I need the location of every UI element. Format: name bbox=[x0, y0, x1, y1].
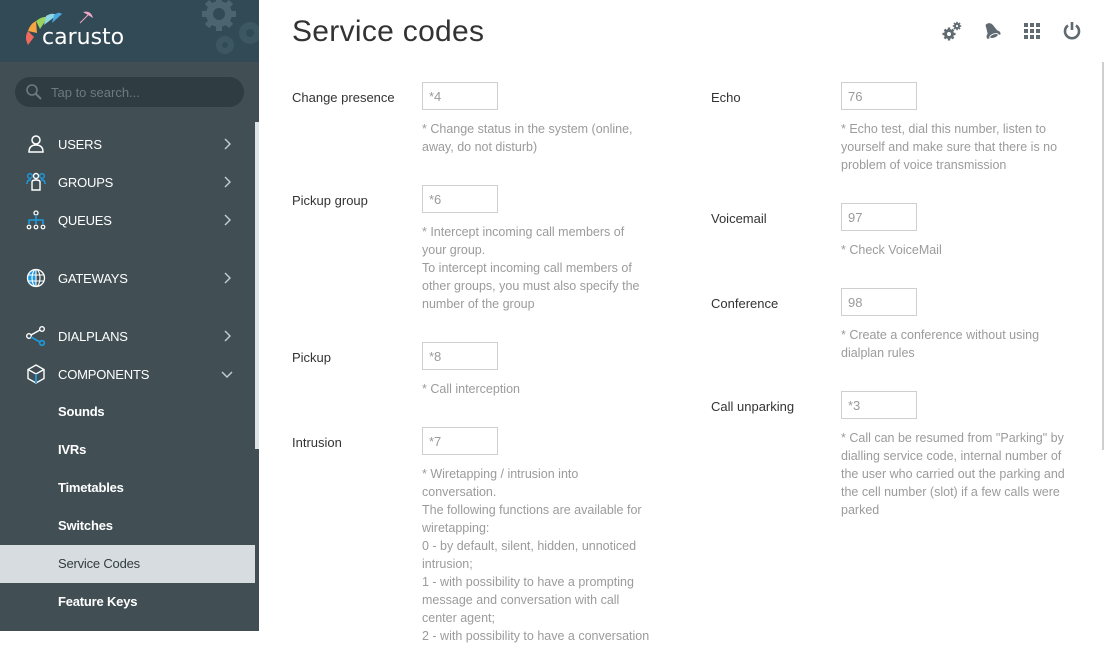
conference-help: * Create a conference without using dial… bbox=[841, 328, 1040, 360]
change-presence-label: Change presence bbox=[292, 90, 395, 105]
chevron-right-icon bbox=[224, 138, 231, 150]
sidebar-subitem-label: Timetables bbox=[58, 480, 124, 495]
sidebar-subitem-label: Switches bbox=[58, 518, 113, 533]
echo-help: * Echo test, dial this number, listen to… bbox=[841, 122, 1058, 172]
call-unparking-label: Call unparking bbox=[711, 399, 795, 414]
search-icon bbox=[26, 84, 42, 100]
sidebar-item-users[interactable]: USERS bbox=[0, 126, 255, 162]
search-input[interactable] bbox=[51, 77, 236, 107]
call-unparking-input[interactable] bbox=[841, 391, 917, 419]
sidebar-subitem-ivrs[interactable]: IVRs bbox=[0, 431, 255, 469]
echo-label: Echo bbox=[711, 90, 741, 105]
conference-label: Conference bbox=[711, 296, 779, 311]
sidebar-item-queues[interactable]: QUEUES bbox=[0, 202, 255, 238]
sidebar-subitem-timetables[interactable]: Timetables bbox=[0, 469, 255, 507]
background-gears-icon bbox=[202, 0, 259, 54]
voicemail-label: Voicemail bbox=[711, 211, 767, 226]
chevron-right-icon bbox=[224, 272, 231, 284]
search-box bbox=[15, 77, 244, 107]
sidebar-subitem-label: Feature Keys bbox=[58, 594, 138, 609]
chevron-right-icon bbox=[224, 176, 231, 188]
intrusion-label: Intrusion bbox=[292, 435, 342, 450]
sidebar-item-groups[interactable]: GROUPS bbox=[0, 164, 255, 200]
echo-input[interactable] bbox=[841, 82, 917, 110]
settings-button[interactable] bbox=[942, 20, 962, 42]
sidebar-item-components[interactable]: COMPONENTS bbox=[0, 356, 255, 392]
settings-gears-icon bbox=[942, 21, 962, 41]
logout-button[interactable] bbox=[1062, 20, 1082, 42]
queue-icon bbox=[26, 210, 46, 230]
sidebar-item-label: COMPONENTS bbox=[58, 367, 150, 382]
apps-grid-icon bbox=[1024, 23, 1040, 39]
pickup-group-label: Pickup group bbox=[292, 193, 368, 208]
pickup-input[interactable] bbox=[422, 342, 498, 370]
main-content: Service codes Change presence *4 * Chang… bbox=[259, 0, 1104, 643]
sidebar-item-label: GROUPS bbox=[58, 175, 114, 190]
sidebar: carusto Tap to search... USERS GROUPS QU… bbox=[0, 0, 259, 631]
chevron-down-icon bbox=[221, 371, 233, 378]
voicemail-help: * Check VoiceMail bbox=[841, 243, 942, 257]
pickup-label: Pickup bbox=[292, 350, 332, 365]
voicemail-input[interactable] bbox=[841, 203, 917, 231]
conference-input[interactable] bbox=[841, 288, 917, 316]
sidebar-item-label: DIALPLANS bbox=[58, 329, 128, 344]
sidebar-subitem-sounds[interactable]: Sounds bbox=[0, 393, 255, 431]
share-icon bbox=[26, 326, 46, 346]
pickup-group-help: * Intercept incoming call members of you… bbox=[422, 225, 640, 311]
power-icon bbox=[1063, 22, 1081, 40]
sidebar-item-label: QUEUES bbox=[58, 213, 112, 228]
pickup-help: * Call interception bbox=[422, 382, 520, 396]
sidebar-subitem-label: Service Codes bbox=[58, 556, 140, 571]
group-icon bbox=[26, 172, 46, 191]
apps-button[interactable] bbox=[1022, 20, 1042, 42]
sidebar-item-gateways[interactable]: GATEWAYS bbox=[0, 260, 255, 296]
logo-umbrella-icon bbox=[79, 11, 93, 24]
change-presence-input[interactable] bbox=[422, 82, 498, 110]
sidebar-item-dialplans[interactable]: DIALPLANS bbox=[0, 318, 255, 354]
sidebar-subitem-switches[interactable]: Switches bbox=[0, 507, 255, 545]
intrusion-input[interactable] bbox=[422, 427, 498, 455]
call-unparking-help: * Call can be resumed from "Parking" by … bbox=[841, 431, 1065, 517]
cube-icon bbox=[27, 364, 45, 384]
top-toolbar bbox=[942, 20, 1082, 42]
user-icon bbox=[28, 135, 44, 153]
page-title: Service codes bbox=[292, 15, 485, 48]
pickup-group-input[interactable] bbox=[422, 185, 498, 213]
change-presence-help: * Change status in the system (online, a… bbox=[422, 122, 633, 154]
sidebar-subitem-service-codes[interactable]: Service Codes bbox=[0, 545, 255, 583]
sidebar-subitem-label: Sounds bbox=[58, 404, 105, 419]
sidebar-header: carusto bbox=[0, 0, 259, 62]
sidebar-item-label: USERS bbox=[58, 137, 102, 152]
intrusion-help: * Wiretapping / intrusion into conversat… bbox=[422, 467, 650, 643]
bell-icon bbox=[985, 23, 1001, 40]
logo-text: carusto bbox=[42, 25, 125, 50]
sidebar-subitem-feature-keys[interactable]: Feature Keys bbox=[0, 583, 255, 621]
notifications-button[interactable] bbox=[982, 20, 1002, 42]
globe-icon bbox=[26, 268, 46, 288]
sidebar-item-label: GATEWAYS bbox=[58, 271, 128, 286]
chevron-right-icon bbox=[224, 214, 231, 226]
sidebar-subitem-label: IVRs bbox=[58, 442, 87, 457]
chevron-right-icon bbox=[224, 330, 231, 342]
